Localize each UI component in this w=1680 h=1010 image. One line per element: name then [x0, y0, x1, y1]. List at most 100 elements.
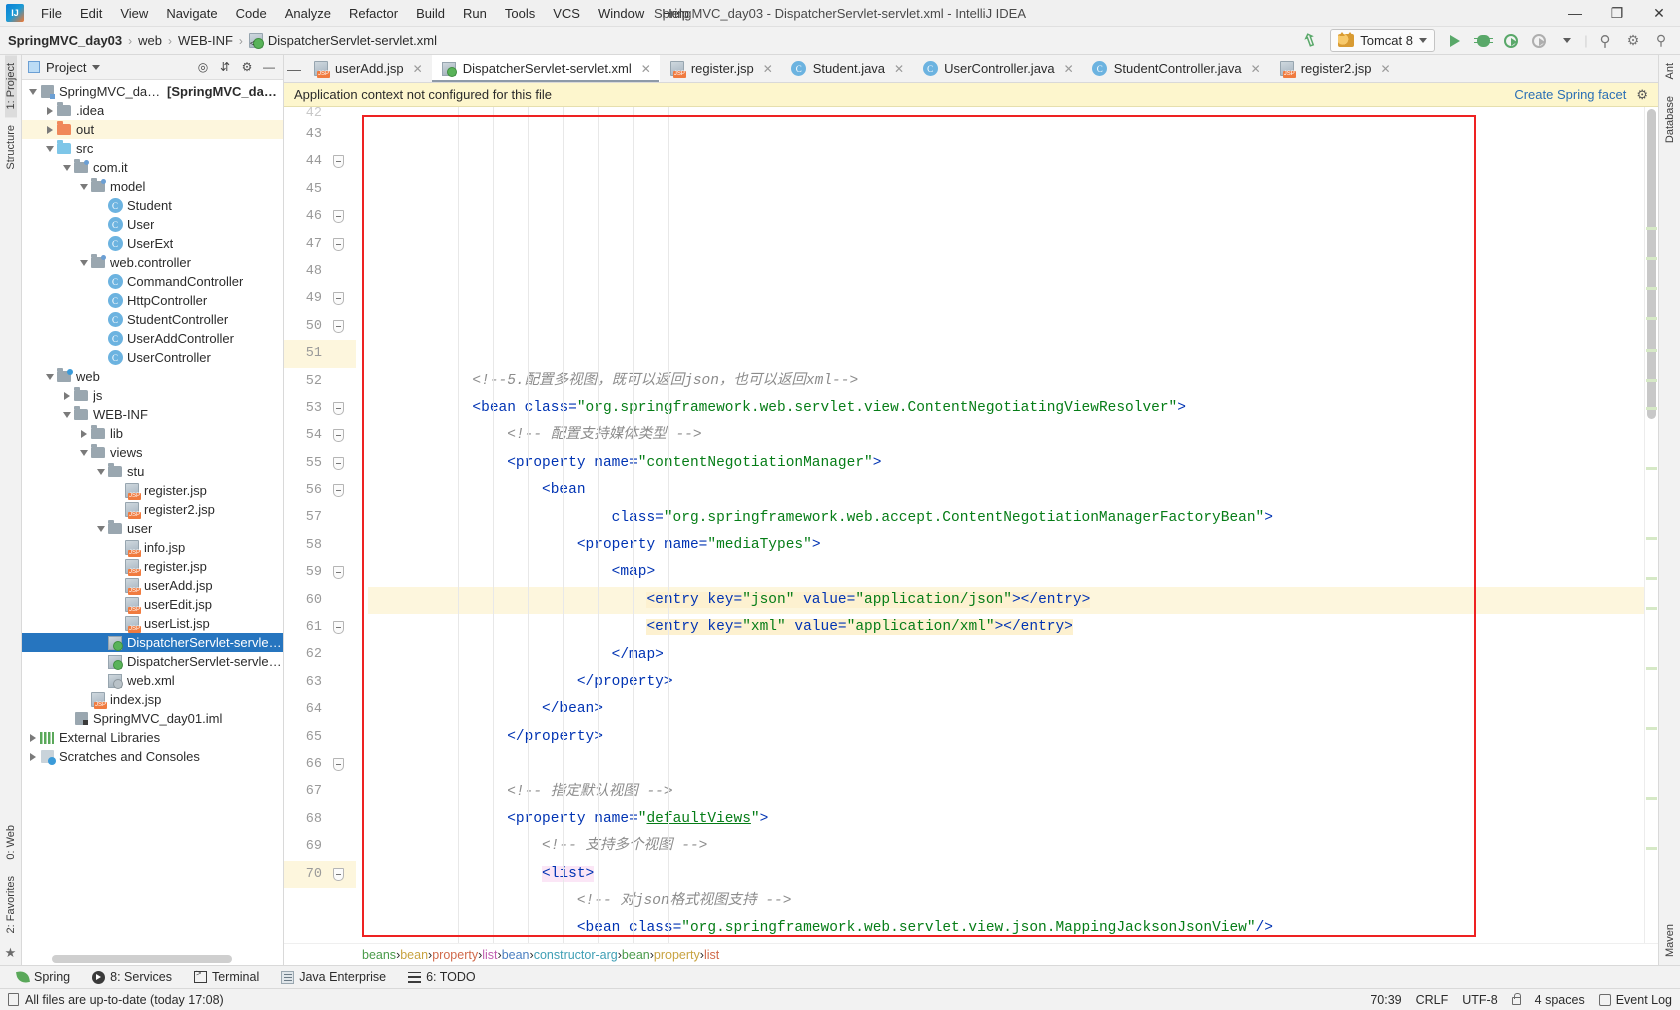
- line-number[interactable]: 64: [284, 696, 356, 723]
- line-number[interactable]: 65: [284, 724, 356, 751]
- line-number[interactable]: 66: [284, 751, 356, 778]
- tree-item-scratches-and-consoles[interactable]: Scratches and Consoles: [22, 747, 283, 766]
- line-number[interactable]: 59: [284, 559, 356, 586]
- editor-tab-useradd-jsp[interactable]: userAdd.jsp ✕: [304, 55, 432, 82]
- breadcrumb-file[interactable]: DispatcherServlet-servlet.xml: [248, 33, 437, 49]
- editor-tab-register2-jsp[interactable]: register2.jsp ✕: [1270, 55, 1400, 82]
- tree-item-web[interactable]: web: [22, 367, 283, 386]
- line-number[interactable]: 63: [284, 669, 356, 696]
- minimize-button[interactable]: —: [1554, 0, 1596, 27]
- tree-item-index-jsp[interactable]: index.jsp: [22, 690, 283, 709]
- create-spring-facet-link[interactable]: Create Spring facet: [1514, 87, 1626, 102]
- line-number[interactable]: 56: [284, 477, 356, 504]
- line-number[interactable]: 43: [284, 121, 356, 148]
- editor-tab-dispatcherservlet-servlet-xml[interactable]: DispatcherServlet-servlet.xml ✕: [431, 55, 660, 82]
- menu-bar[interactable]: File Edit View Navigate Code Analyze Ref…: [32, 2, 698, 25]
- tool-window-database[interactable]: Database: [1664, 88, 1676, 151]
- chevron-down-icon[interactable]: [77, 446, 90, 459]
- code-line[interactable]: <property name="defaultViews">: [368, 806, 1644, 833]
- line-number[interactable]: 47: [284, 231, 356, 258]
- code-line[interactable]: <bean: [368, 477, 1644, 504]
- tree-item-views[interactable]: views: [22, 443, 283, 462]
- code-fold-icon[interactable]: [333, 867, 344, 881]
- tree-item-user[interactable]: user: [22, 519, 283, 538]
- tree-item-studentcontroller[interactable]: C StudentController: [22, 310, 283, 329]
- code-line[interactable]: <bean class="org.springframework.web.ser…: [368, 915, 1644, 942]
- project-tree[interactable]: SpringMVC_day03 [SpringMVC_day01] .idea out…: [22, 80, 283, 953]
- tree-item-user[interactable]: C User: [22, 215, 283, 234]
- tree-item-userlist-jsp[interactable]: userList.jsp: [22, 614, 283, 633]
- error-marker-bar[interactable]: [1644, 107, 1658, 943]
- line-number[interactable]: 53: [284, 395, 356, 422]
- code-fold-icon[interactable]: [333, 237, 344, 251]
- code-line[interactable]: <entry key="xml" value="application/xml"…: [368, 614, 1644, 641]
- search-everywhere-icon[interactable]: ⚲: [1592, 29, 1618, 53]
- gear-icon[interactable]: ⚙: [1636, 87, 1648, 103]
- tree-item-web-xml[interactable]: web.xml: [22, 671, 283, 690]
- close-tab-icon[interactable]: ✕: [641, 62, 651, 76]
- code-fold-icon[interactable]: [333, 401, 344, 415]
- debug-button[interactable]: [1470, 29, 1496, 53]
- close-tab-icon[interactable]: ✕: [413, 62, 423, 76]
- locate-icon[interactable]: ◎: [195, 59, 211, 75]
- code-line[interactable]: <!-- 支持多个视图 -->: [368, 833, 1644, 860]
- code-line[interactable]: <property name="contentNegotiationManage…: [368, 450, 1644, 477]
- profiler-dropdown-icon[interactable]: [1554, 29, 1580, 53]
- close-tab-icon[interactable]: ✕: [1064, 62, 1074, 76]
- xml-breadcrumb-beans[interactable]: beans: [362, 948, 396, 962]
- editor-tab-bar[interactable]: — userAdd.jsp✕DispatcherServlet-servlet.…: [284, 55, 1658, 83]
- line-number-gutter[interactable]: 42 43 44 45 46 47 48 49 50 51 52 53 54 55 56 57 58 59 60 61…: [284, 107, 356, 943]
- tree-item-springmvc-day01-iml[interactable]: SpringMVC_day01.iml: [22, 709, 283, 728]
- xml-breadcrumb-property[interactable]: property: [432, 948, 478, 962]
- line-number[interactable]: 69: [284, 833, 356, 860]
- code-line[interactable]: <list>: [368, 861, 1644, 888]
- menu-refactor[interactable]: Refactor: [340, 2, 407, 25]
- menu-run[interactable]: Run: [454, 2, 496, 25]
- tree-item-useraddcontroller[interactable]: C UserAddController: [22, 329, 283, 348]
- code-line[interactable]: </bean>: [368, 696, 1644, 723]
- editor-scrollbar-thumb[interactable]: [1647, 109, 1656, 419]
- tree-item-com-it[interactable]: com.it: [22, 158, 283, 177]
- build-icon[interactable]: ⇧: [1297, 29, 1323, 53]
- editor-tab-register-jsp[interactable]: register.jsp ✕: [660, 55, 782, 82]
- menu-tools[interactable]: Tools: [496, 2, 544, 25]
- settings-icon[interactable]: ⚙: [1620, 29, 1646, 53]
- chevron-down-icon[interactable]: [77, 256, 90, 269]
- close-tab-icon[interactable]: ✕: [1381, 62, 1391, 76]
- line-separator[interactable]: CRLF: [1416, 993, 1449, 1007]
- tree-item-js[interactable]: js: [22, 386, 283, 405]
- code-line[interactable]: <!-- 指定默认视图 -->: [368, 779, 1644, 806]
- editor-tab-studentcontroller-java[interactable]: C StudentController.java ✕: [1083, 55, 1270, 82]
- code-editor[interactable]: 42 43 44 45 46 47 48 49 50 51 52 53 54 55 56 57 58 59 60 61…: [284, 107, 1658, 943]
- chevron-right-icon[interactable]: [43, 123, 56, 136]
- close-button[interactable]: ✕: [1638, 0, 1680, 27]
- chevron-down-icon[interactable]: [94, 522, 107, 535]
- project-panel-title[interactable]: Project: [46, 60, 86, 75]
- close-tab-icon[interactable]: ✕: [894, 62, 904, 76]
- run-with-coverage-button[interactable]: [1498, 29, 1524, 53]
- line-number[interactable]: 62: [284, 641, 356, 668]
- code-line[interactable]: </map>: [368, 642, 1644, 669]
- line-number[interactable]: 70: [284, 860, 356, 888]
- chevron-down-icon[interactable]: [26, 85, 39, 98]
- code-line[interactable]: class="org.springframework.web.accept.Co…: [368, 505, 1644, 532]
- line-number[interactable]: 60: [284, 587, 356, 614]
- menu-window[interactable]: Window: [589, 2, 653, 25]
- search-icon[interactable]: ⚲: [1648, 29, 1674, 53]
- tool-window-web[interactable]: 0: Web: [5, 817, 17, 868]
- tree-item-student[interactable]: C Student: [22, 196, 283, 215]
- menu-view[interactable]: View: [111, 2, 157, 25]
- tree-item-lib[interactable]: lib: [22, 424, 283, 443]
- event-log-label[interactable]: Event Log: [1616, 993, 1672, 1007]
- profiler-button[interactable]: [1526, 29, 1552, 53]
- menu-file[interactable]: File: [32, 2, 71, 25]
- tree-item-usercontroller[interactable]: C UserController: [22, 348, 283, 367]
- chevron-down-icon[interactable]: [77, 180, 90, 193]
- code-line[interactable]: <entry key="json" value="application/jso…: [368, 586, 1644, 615]
- tree-item-useradd-jsp[interactable]: userAdd.jsp: [22, 576, 283, 595]
- code-fold-icon[interactable]: [333, 621, 344, 635]
- line-number[interactable]: 58: [284, 532, 356, 559]
- menu-vcs[interactable]: VCS: [544, 2, 589, 25]
- chevron-down-icon[interactable]: [43, 370, 56, 383]
- code-line[interactable]: <!--5.配置多视图，既可以返回json，也可以返回xml-->: [368, 368, 1644, 395]
